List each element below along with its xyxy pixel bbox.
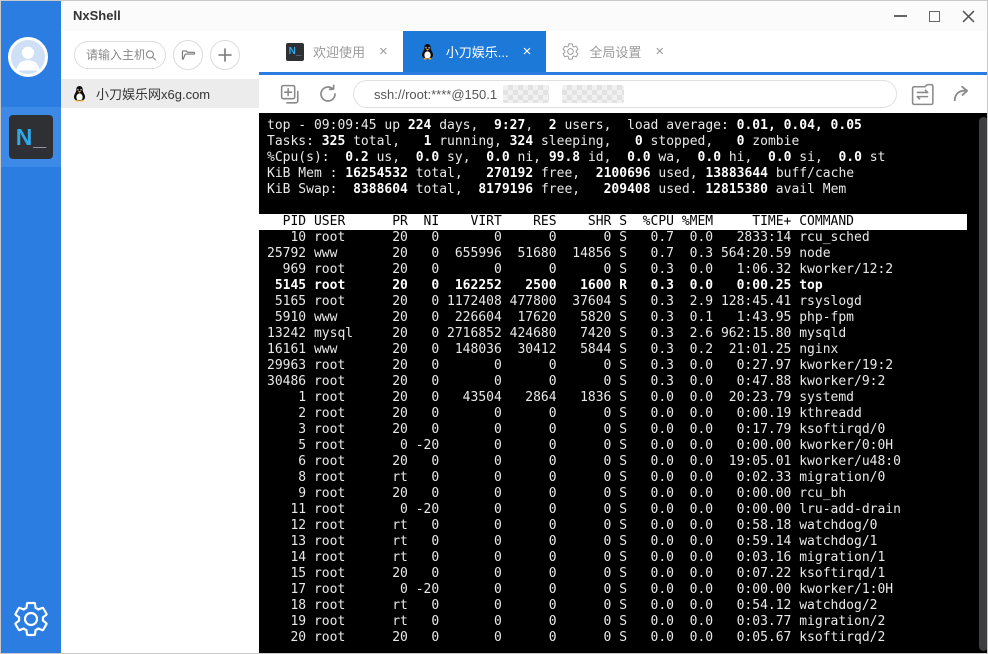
host-panel: 小刀娱乐网x6g.com bbox=[61, 31, 259, 653]
plus-icon bbox=[218, 48, 232, 62]
terminal-output: top - 09:09:45 up 224 days, 9:27, 2 user… bbox=[259, 118, 987, 646]
left-rail: N _ bbox=[1, 1, 61, 653]
process-row: 15 root 20 0 0 0 0 S 0.0 0.0 0:07.22 kso… bbox=[267, 566, 886, 581]
process-row: 10 root 20 0 0 0 0 S 0.7 0.0 2833:14 rcu… bbox=[267, 230, 870, 245]
host-search[interactable] bbox=[74, 41, 166, 69]
process-row: 14 root rt 0 0 0 0 S 0.0 0.0 0:03.16 mig… bbox=[267, 550, 886, 565]
app-title: NxShell bbox=[73, 8, 121, 23]
close-icon bbox=[962, 10, 974, 22]
process-row: 13 root rt 0 0 0 0 S 0.0 0.0 0:59.14 wat… bbox=[267, 534, 878, 549]
process-row: 29963 root 20 0 0 0 0 S 0.3 0.0 0:27.97 … bbox=[267, 358, 894, 373]
host-list-item[interactable]: 小刀娱乐网x6g.com bbox=[61, 79, 259, 108]
add-host-button[interactable] bbox=[210, 40, 240, 70]
tab-label: 小刀娱乐... bbox=[445, 45, 509, 60]
tab-close-icon[interactable]: × bbox=[523, 44, 532, 59]
process-row: 17 root 0 -20 0 0 0 S 0.0 0.0 0:00.00 kw… bbox=[267, 582, 894, 597]
tab-label: 欢迎使用 bbox=[313, 45, 366, 60]
minimize-icon bbox=[893, 15, 907, 17]
process-row: 19 root rt 0 0 0 0 S 0.0 0.0 0:03.77 mig… bbox=[267, 614, 886, 629]
process-row: 30486 root 20 0 0 0 0 S 0.3 0.0 0:47.88 … bbox=[267, 374, 886, 389]
tab-close-icon[interactable]: × bbox=[379, 44, 388, 59]
process-row: 9 root 20 0 0 0 0 S 0.0 0.0 0:00.00 rcu_… bbox=[267, 486, 847, 501]
redo-forward-button[interactable] bbox=[950, 82, 975, 107]
tab-label: 全局设置 bbox=[589, 45, 642, 60]
tab-ssh-session[interactable]: 小刀娱乐... × bbox=[402, 31, 547, 72]
process-row: 12 root rt 0 0 0 0 S 0.0 0.0 0:58.18 wat… bbox=[267, 518, 878, 533]
workspace-tile-nxshell[interactable]: N _ bbox=[9, 115, 53, 159]
logo-underscore: _ bbox=[33, 123, 47, 150]
process-row: 18 root rt 0 0 0 0 S 0.0 0.0 0:54.12 wat… bbox=[267, 598, 878, 613]
process-row: 20 root 20 0 0 0 0 S 0.0 0.0 0:05.67 kso… bbox=[267, 630, 886, 645]
terminal-summary-line: KiB Swap: 8388604 total, 8179196 free, 2… bbox=[267, 182, 847, 197]
process-row: 5 root 0 -20 0 0 0 S 0.0 0.0 0:00.00 kwo… bbox=[267, 438, 894, 453]
session-toolbar: ssh://root:****@150.1 bbox=[259, 75, 987, 113]
process-row: 3 root 20 0 0 0 0 S 0.0 0.0 0:17.79 ksof… bbox=[267, 422, 886, 437]
tab-welcome[interactable]: N _ 欢迎使用 × bbox=[271, 31, 403, 72]
terminal-scrollbar-thumb[interactable] bbox=[979, 117, 987, 651]
process-row: 5165 root 20 0 1172408 477800 37604 S 0.… bbox=[267, 294, 862, 309]
process-table-header: PID USER PR NI VIRT RES SHR S %CPU %MEM … bbox=[259, 214, 967, 230]
titlebar: NxShell bbox=[61, 1, 987, 31]
tab-close-icon[interactable]: × bbox=[655, 44, 664, 59]
redacted-host-blur bbox=[562, 85, 625, 103]
process-row: 8 root rt 0 0 0 0 S 0.0 0.0 0:02.33 migr… bbox=[267, 470, 886, 485]
tab-underline bbox=[259, 72, 987, 75]
sftp-transfer-button[interactable] bbox=[910, 82, 937, 106]
close-button[interactable] bbox=[951, 1, 985, 31]
process-row: 6 root 20 0 0 0 0 S 0.0 0.0 19:05.01 kwo… bbox=[267, 454, 901, 469]
process-row: 25792 www 20 0 655996 51680 14856 S 0.7 … bbox=[267, 246, 831, 261]
content-area: N _ 欢迎使用 × 小刀娱乐... × 全局设置 × ssh://root:*… bbox=[259, 31, 987, 653]
logo-letter: N bbox=[15, 123, 33, 150]
user-avatar[interactable] bbox=[8, 37, 48, 77]
settings-gear-icon[interactable] bbox=[11, 599, 51, 639]
process-row: 5145 root 20 0 162252 2500 1600 R 0.3 0.… bbox=[267, 278, 823, 293]
open-folder-button[interactable] bbox=[173, 40, 203, 70]
terminal-summary-line: %Cpu(s): 0.2 us, 0.0 sy, 0.0 ni, 99.8 id… bbox=[267, 150, 886, 165]
process-row: 11 root 0 -20 0 0 0 S 0.0 0.0 0:00.00 lr… bbox=[267, 502, 901, 517]
host-panel-toolbar bbox=[61, 31, 259, 79]
process-row: 5910 www 20 0 226604 17620 5820 S 0.3 0.… bbox=[267, 310, 854, 325]
window-controls bbox=[883, 1, 985, 31]
terminal[interactable]: top - 09:09:45 up 224 days, 9:27, 2 user… bbox=[259, 113, 987, 653]
nxshell-window: N _ NxShell 请输入主机 小刀娱乐网x6g.com N _ 欢迎使用 … bbox=[0, 0, 988, 654]
tab-bar: N _ 欢迎使用 × 小刀娱乐... × 全局设置 × bbox=[259, 31, 987, 75]
tux-penguin-icon bbox=[73, 85, 86, 102]
process-row: 13242 mysql 20 0 2716852 424680 7420 S 0… bbox=[267, 326, 847, 341]
redacted-host-blur bbox=[503, 85, 550, 103]
terminal-summary-line: top - 09:09:45 up 224 days, 9:27, 2 user… bbox=[267, 118, 862, 133]
duplicate-tab-button[interactable] bbox=[278, 82, 303, 107]
address-bar[interactable]: ssh://root:****@150.1 bbox=[353, 80, 897, 108]
tab-global-settings[interactable]: 全局设置 × bbox=[546, 31, 679, 72]
nxshell-logo-icon: N _ bbox=[286, 42, 304, 61]
gear-icon bbox=[563, 43, 579, 60]
process-row: 1 root 20 0 43504 2864 1836 S 0.0 0.0 20… bbox=[267, 390, 854, 405]
maximize-icon bbox=[928, 10, 940, 22]
terminal-summary-line: KiB Mem : 16254532 total, 270192 free, 2… bbox=[267, 166, 855, 181]
process-row: 16161 www 20 0 148036 30412 5844 S 0.3 0… bbox=[267, 342, 839, 357]
process-row: 2 root 20 0 0 0 0 S 0.0 0.0 0:00.19 kthr… bbox=[267, 406, 862, 421]
process-row: 969 root 20 0 0 0 0 S 0.3 0.0 1:06.32 kw… bbox=[267, 262, 894, 277]
maximize-button[interactable] bbox=[917, 1, 951, 31]
ssh-address: ssh://root:****@150.1 bbox=[374, 86, 498, 102]
search-input[interactable] bbox=[86, 48, 144, 62]
terminal-summary-line: Tasks: 325 total, 1 running, 324 sleepin… bbox=[267, 134, 800, 149]
person-icon bbox=[16, 46, 40, 71]
tux-penguin-icon bbox=[421, 43, 433, 60]
minimize-button[interactable] bbox=[883, 1, 917, 31]
folder-icon bbox=[181, 49, 195, 60]
reconnect-refresh-button[interactable] bbox=[316, 82, 340, 106]
search-icon bbox=[145, 49, 157, 61]
host-item-label: 小刀娱乐网x6g.com bbox=[96, 87, 211, 102]
